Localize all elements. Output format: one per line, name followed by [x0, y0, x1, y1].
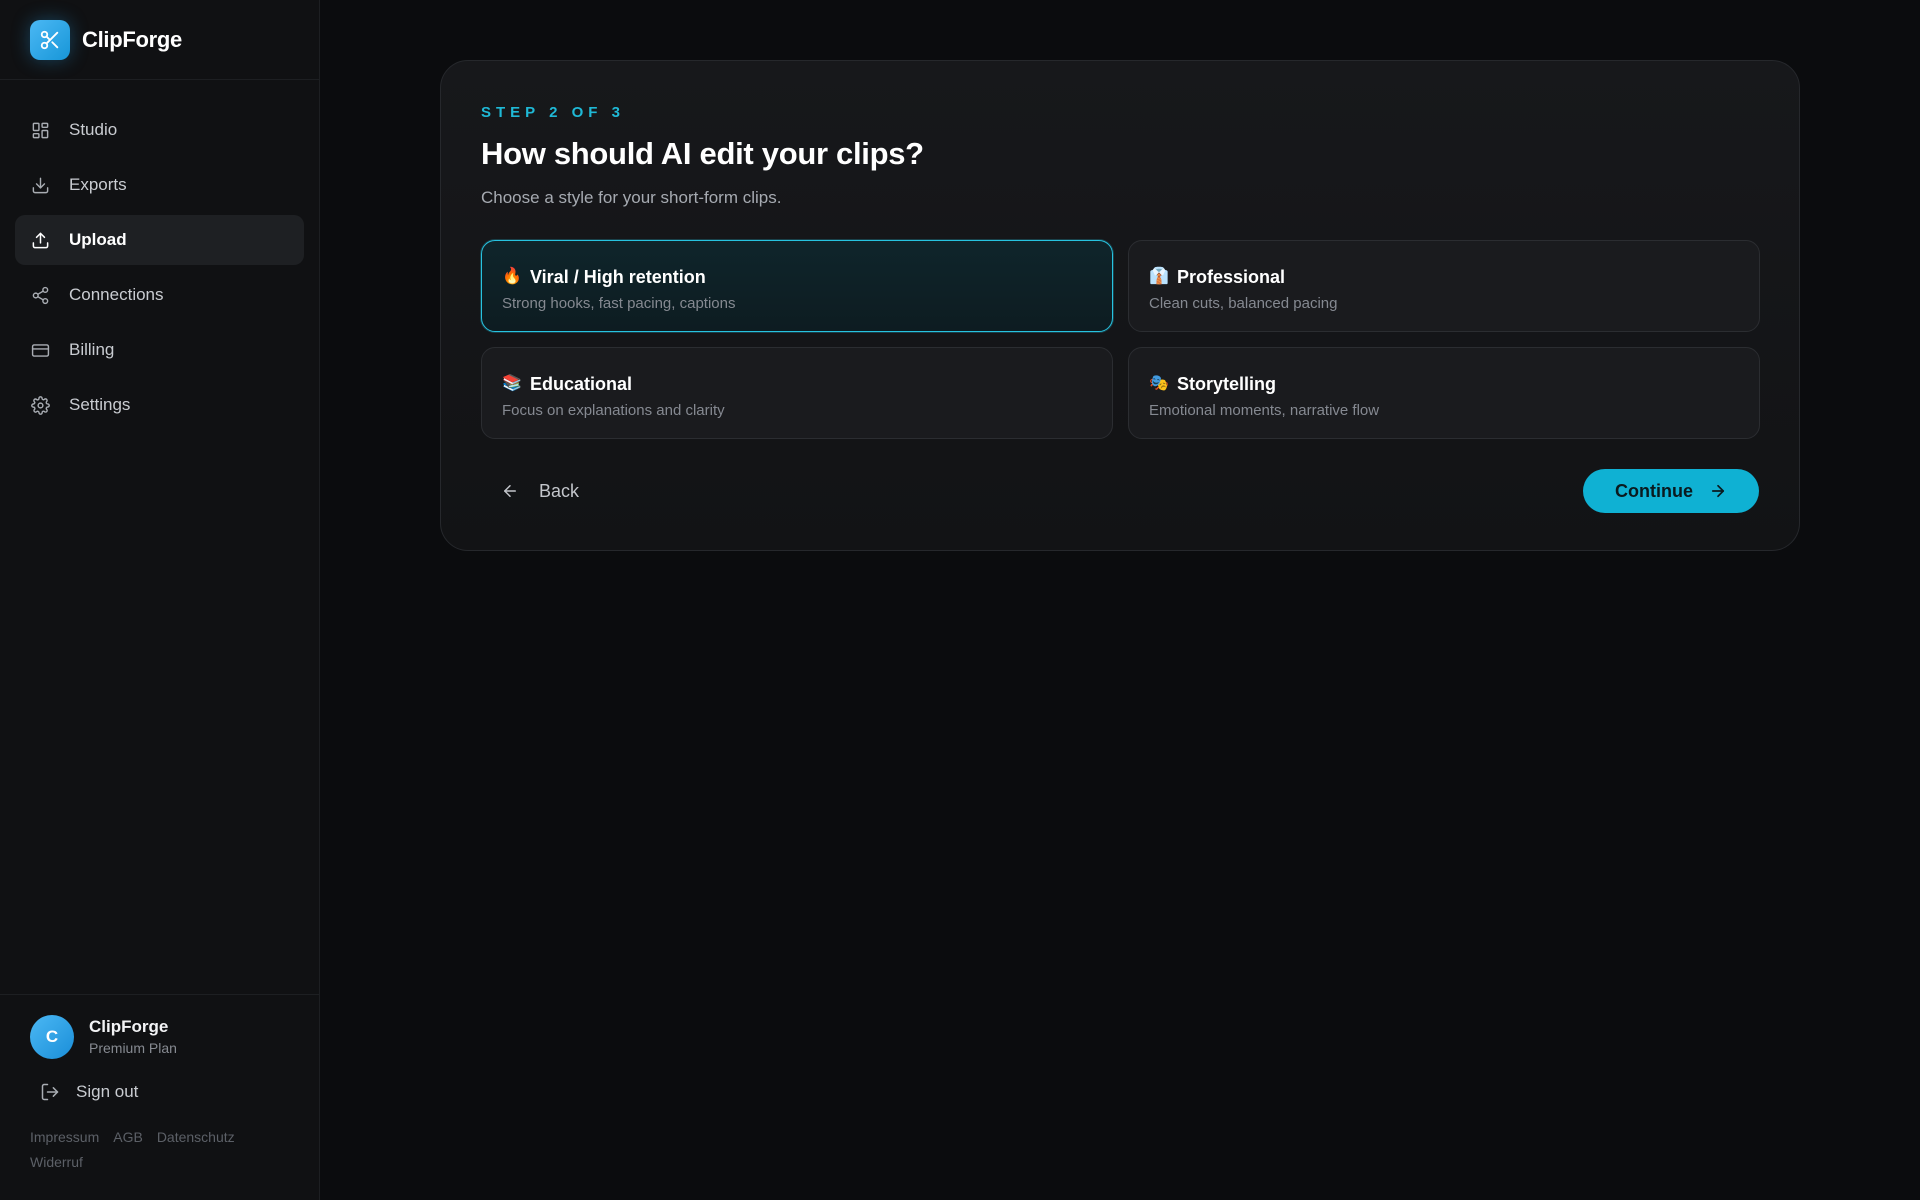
sidebar-item-upload[interactable]: Upload — [15, 215, 304, 265]
legal-links: Impressum AGB Datenschutz Widerruf — [30, 1125, 289, 1175]
sidebar-nav: Studio Exports Upload Connections Billin… — [0, 80, 319, 430]
fire-icon: 🔥 — [502, 268, 522, 285]
sidebar-item-billing[interactable]: Billing — [15, 325, 304, 375]
grid-icon — [30, 120, 50, 140]
books-icon: 📚 — [502, 375, 522, 392]
share-icon — [30, 285, 50, 305]
option-description: Focus on explanations and clarity — [502, 402, 725, 419]
option-description: Strong hooks, fast pacing, captions — [502, 295, 736, 312]
style-option-professional[interactable]: 👔 Professional Clean cuts, balanced paci… — [1128, 240, 1760, 332]
option-description: Clean cuts, balanced pacing — [1149, 295, 1338, 312]
logout-icon — [40, 1082, 60, 1102]
option-description: Emotional moments, narrative flow — [1149, 402, 1380, 419]
brand-header: ClipForge — [0, 0, 319, 80]
style-option-educational[interactable]: 📚 Educational Focus on explanations and … — [481, 347, 1113, 439]
legal-link-widerruf[interactable]: Widerruf — [30, 1154, 83, 1170]
back-button[interactable]: Back — [481, 469, 599, 513]
brand-name: ClipForge — [82, 26, 182, 52]
option-title: Storytelling — [1177, 373, 1277, 394]
page-subtitle: Choose a style for your short-form clips… — [481, 188, 782, 207]
sign-out-label: Sign out — [76, 1082, 139, 1101]
download-icon — [30, 175, 50, 195]
continue-button[interactable]: Continue — [1583, 469, 1759, 513]
continue-label: Continue — [1615, 480, 1693, 501]
step-indicator: STEP 2 OF 3 — [481, 104, 625, 121]
option-title: Educational — [530, 373, 633, 394]
style-option-storytelling[interactable]: 🎭 Storytelling Emotional moments, narrat… — [1128, 347, 1760, 439]
sidebar: ClipForge Studio Exports Upload Connecti… — [0, 0, 320, 1200]
scissors-icon[interactable] — [30, 19, 70, 60]
sidebar-item-studio[interactable]: Studio — [15, 105, 304, 155]
option-header: 📚 Educational — [502, 372, 1092, 396]
credit-card-icon — [30, 340, 50, 360]
sidebar-footer: C ClipForge Premium Plan Sign out Impres… — [0, 994, 319, 1200]
account-plan: Premium Plan — [89, 1040, 177, 1056]
sidebar-item-label: Billing — [69, 340, 115, 359]
sidebar-item-label: Upload — [69, 230, 127, 249]
necktie-icon: 👔 — [1149, 268, 1169, 285]
legal-link-agb[interactable]: AGB — [113, 1129, 143, 1145]
sidebar-item-connections[interactable]: Connections — [15, 270, 304, 320]
avatar: C — [30, 1015, 74, 1059]
sidebar-item-settings[interactable]: Settings — [15, 380, 304, 430]
sidebar-item-exports[interactable]: Exports — [15, 160, 304, 210]
style-option-viral[interactable]: 🔥 Viral / High retention Strong hooks, f… — [481, 240, 1113, 332]
style-selection-card: STEP 2 OF 3 How should AI edit your clip… — [440, 60, 1800, 551]
app-root: ClipForge Studio Exports Upload Connecti… — [0, 0, 1920, 1200]
arrow-right-icon — [1709, 482, 1727, 500]
sign-out-button[interactable]: Sign out — [30, 1075, 289, 1109]
arrow-left-icon — [501, 482, 519, 500]
option-header: 🔥 Viral / High retention — [502, 265, 1092, 289]
option-header: 🎭 Storytelling — [1149, 372, 1739, 396]
page-title: How should AI edit your clips? — [481, 136, 924, 171]
legal-link-impressum[interactable]: Impressum — [30, 1129, 99, 1145]
upload-icon — [30, 230, 50, 250]
sidebar-item-label: Connections — [69, 285, 164, 304]
gear-icon — [30, 395, 50, 415]
option-header: 👔 Professional — [1149, 265, 1739, 289]
style-options-grid: 🔥 Viral / High retention Strong hooks, f… — [481, 240, 1760, 439]
theater-masks-icon: 🎭 — [1149, 375, 1169, 392]
account-name: ClipForge — [89, 1017, 169, 1036]
sidebar-item-label: Settings — [69, 395, 131, 414]
account-card[interactable]: C ClipForge Premium Plan — [30, 1015, 289, 1059]
legal-link-datenschutz[interactable]: Datenschutz — [157, 1129, 235, 1145]
sidebar-item-label: Exports — [69, 175, 127, 194]
option-title: Professional — [1177, 266, 1286, 287]
wizard-actions: Back Continue — [481, 469, 1759, 513]
option-title: Viral / High retention — [530, 266, 706, 287]
sidebar-item-label: Studio — [69, 120, 118, 139]
back-label: Back — [539, 480, 580, 501]
account-info: ClipForge Premium Plan — [89, 1016, 177, 1058]
